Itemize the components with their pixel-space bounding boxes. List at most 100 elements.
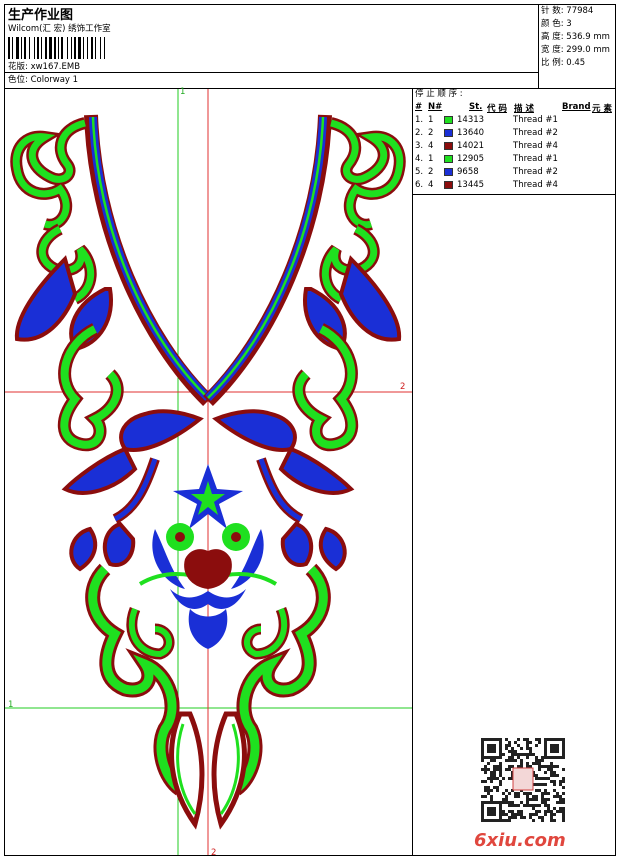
qr-module [499, 762, 502, 765]
qr-module [544, 792, 547, 795]
lotus-maroon [184, 549, 232, 589]
qr-module [547, 738, 550, 741]
qr-module [535, 759, 538, 762]
barcode-bar [87, 37, 88, 59]
qr-module [559, 810, 562, 813]
row-description: Thread #2 [513, 167, 558, 177]
qr-module [535, 789, 538, 792]
qr-module [493, 750, 496, 753]
qr-module [544, 789, 547, 792]
qr-module [559, 801, 562, 804]
row-number: 3. [415, 141, 424, 151]
qr-module [538, 762, 541, 765]
qr-module [499, 801, 502, 804]
qr-module [487, 777, 490, 780]
guide-label-bottom: 2 [211, 848, 217, 858]
qr-module [493, 774, 496, 777]
qr-module [499, 813, 502, 816]
stat-value: 3 [566, 19, 572, 29]
qr-code [481, 738, 565, 822]
qr-module [481, 813, 484, 816]
qr-module [562, 786, 565, 789]
qr-module [550, 744, 553, 747]
qr-module [535, 774, 538, 777]
qr-module [508, 816, 511, 819]
qr-module [538, 765, 541, 768]
qr-module [490, 795, 493, 798]
guide-label-top: 1 [180, 87, 186, 97]
qr-module [481, 747, 484, 750]
qr-module [484, 756, 487, 759]
row-description: Thread #1 [513, 154, 558, 164]
qr-module [532, 813, 535, 816]
qr-module [553, 783, 556, 786]
qr-module [481, 819, 484, 822]
qr-module [562, 744, 565, 747]
stat-label: 颜 色: [541, 19, 567, 29]
qr-module [508, 804, 511, 807]
qr-module [535, 795, 538, 798]
qr-module [517, 813, 520, 816]
design-left-half [10, 114, 213, 830]
qr-module [544, 750, 547, 753]
qr-module [544, 804, 547, 807]
qr-module [550, 771, 553, 774]
qr-module [493, 765, 496, 768]
barcode-bar [67, 37, 68, 59]
qr-module [481, 750, 484, 753]
barcode-bar [24, 37, 26, 59]
qr-module [520, 816, 523, 819]
qr-module [508, 819, 511, 822]
qr-module [490, 813, 493, 816]
qr-module [553, 765, 556, 768]
row-description: Thread #4 [513, 180, 558, 190]
qr-module [487, 810, 490, 813]
qr-module [493, 759, 496, 762]
qr-module [490, 789, 493, 792]
row-code: 14021 [457, 141, 485, 151]
qr-module [481, 768, 484, 771]
qr-module [499, 744, 502, 747]
qr-module [487, 789, 490, 792]
qr-module [550, 810, 553, 813]
qr-module [550, 768, 553, 771]
qr-module [514, 804, 517, 807]
qr-module [493, 819, 496, 822]
qr-module [505, 768, 508, 771]
barcode-bar [74, 37, 76, 59]
qr-module [496, 819, 499, 822]
qr-module [535, 810, 538, 813]
qr-module [496, 801, 499, 804]
qr-module [562, 801, 565, 804]
row-code: 13640 [457, 128, 485, 138]
qr-module [538, 777, 541, 780]
qr-module [550, 747, 553, 750]
qr-module [505, 759, 508, 762]
stat-height: 高 度: 536.9 mm [541, 31, 610, 44]
qr-module [553, 807, 556, 810]
stat-label: 宽 度: [541, 45, 567, 55]
qr-module [538, 783, 541, 786]
central-motif [138, 464, 278, 649]
qr-module [538, 804, 541, 807]
qr-module [490, 810, 493, 813]
qr-module [523, 816, 526, 819]
qr-module [508, 756, 511, 759]
qr-module [487, 768, 490, 771]
barcode-bar [29, 37, 30, 59]
teardrop-blue-outer [69, 526, 98, 572]
qr-module [544, 783, 547, 786]
qr-module [520, 810, 523, 813]
qr-module [562, 768, 565, 771]
qr-module [511, 756, 514, 759]
qr-module [550, 819, 553, 822]
qr-module [553, 738, 556, 741]
stat-stitches: 针 数: 77984 [541, 5, 593, 18]
stats-divider [538, 4, 539, 88]
qr-module [556, 810, 559, 813]
qr-module [505, 795, 508, 798]
qr-module [559, 780, 562, 783]
qr-module [538, 741, 541, 744]
flower-green-right-center [231, 532, 241, 542]
qr-module [487, 747, 490, 750]
